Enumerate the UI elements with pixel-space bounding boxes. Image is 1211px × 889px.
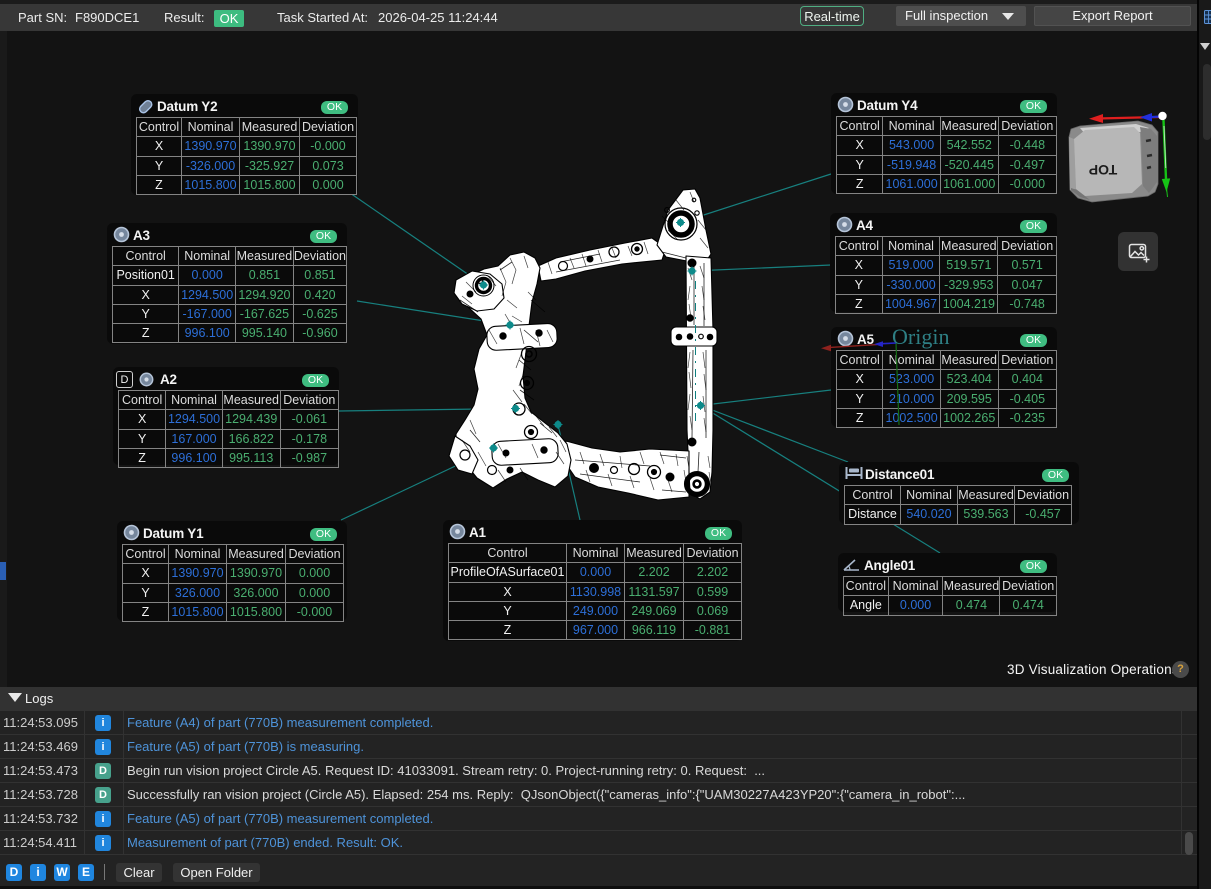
svg-text:Origin: Origin — [892, 324, 949, 349]
